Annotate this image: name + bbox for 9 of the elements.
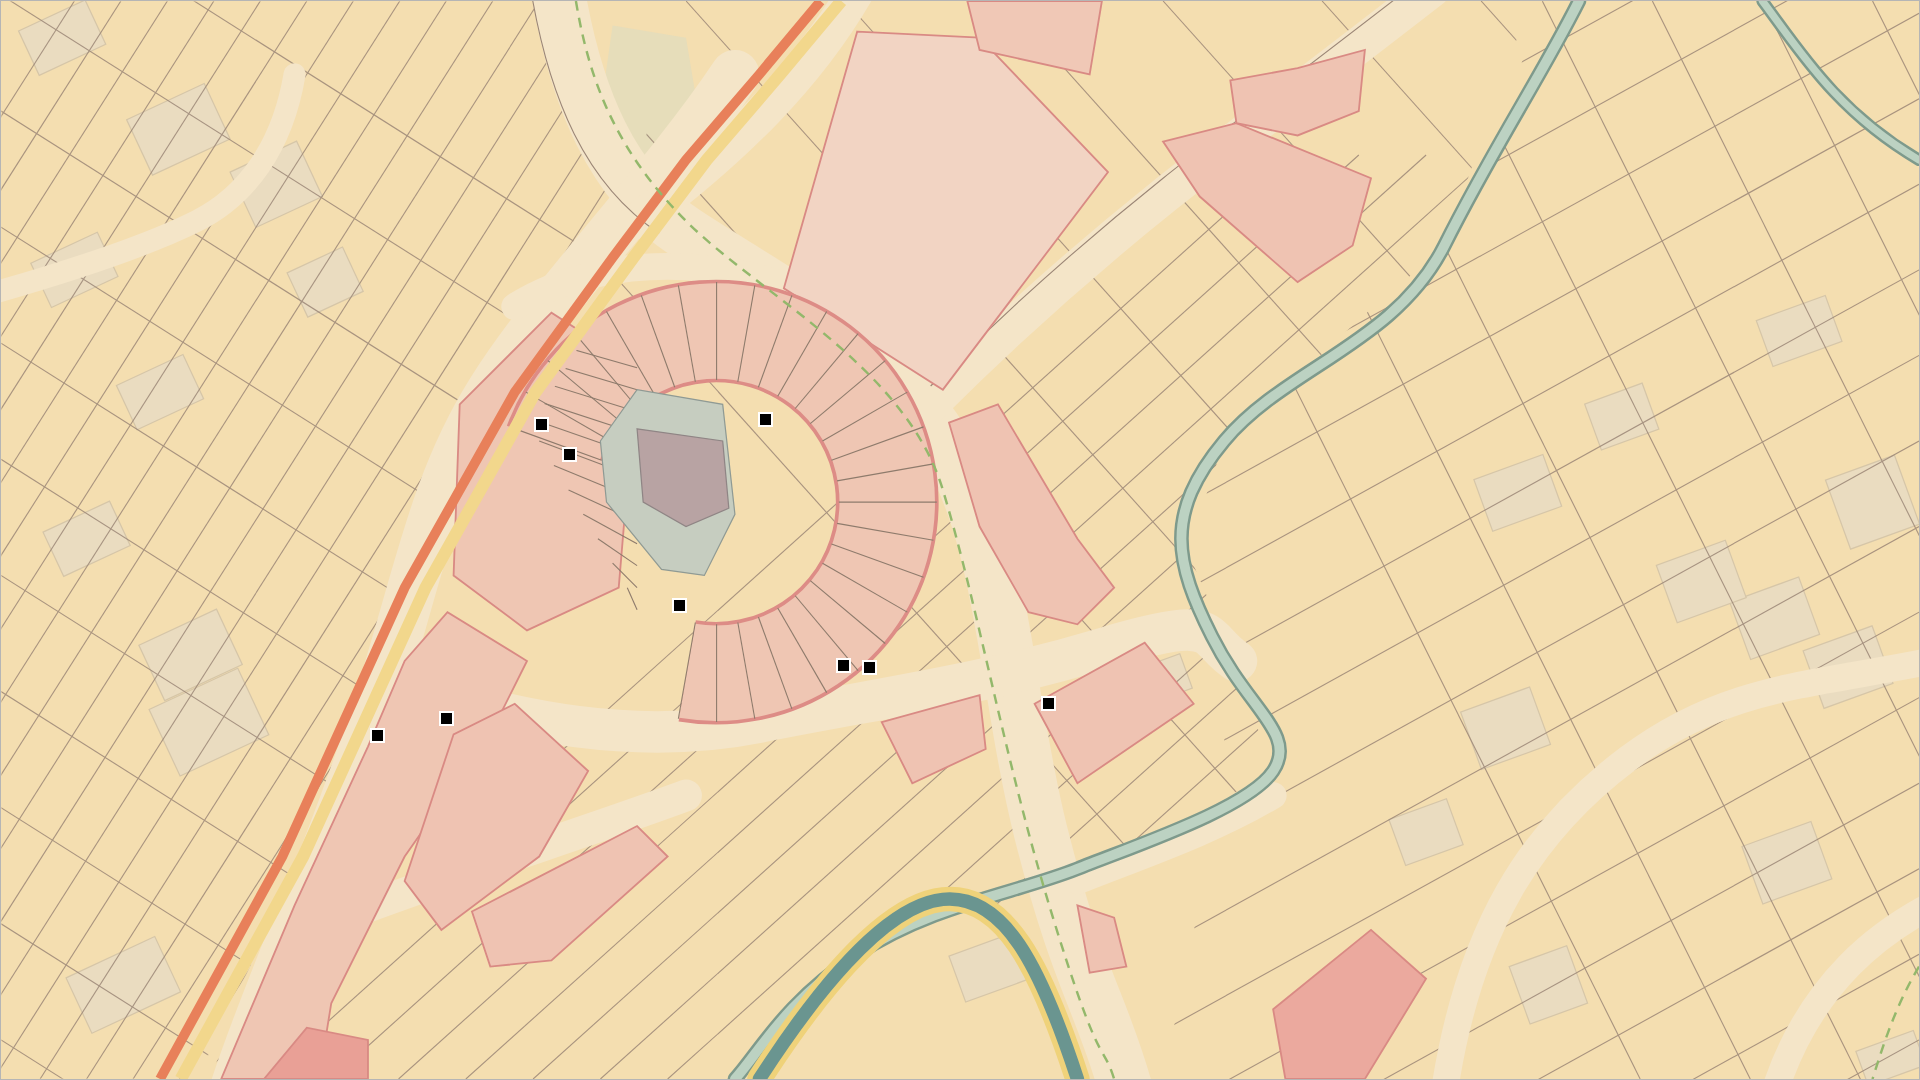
marker-icon[interactable]	[1041, 696, 1056, 711]
marker-icon[interactable]	[672, 598, 687, 613]
marker-icon[interactable]	[370, 728, 385, 743]
marker-icon[interactable]	[836, 658, 851, 673]
marker-icon[interactable]	[758, 412, 773, 427]
marker-icon[interactable]	[562, 447, 577, 462]
marker-icon[interactable]	[534, 417, 549, 432]
marker-icon[interactable]	[862, 660, 877, 675]
marker-icon[interactable]	[439, 711, 454, 726]
